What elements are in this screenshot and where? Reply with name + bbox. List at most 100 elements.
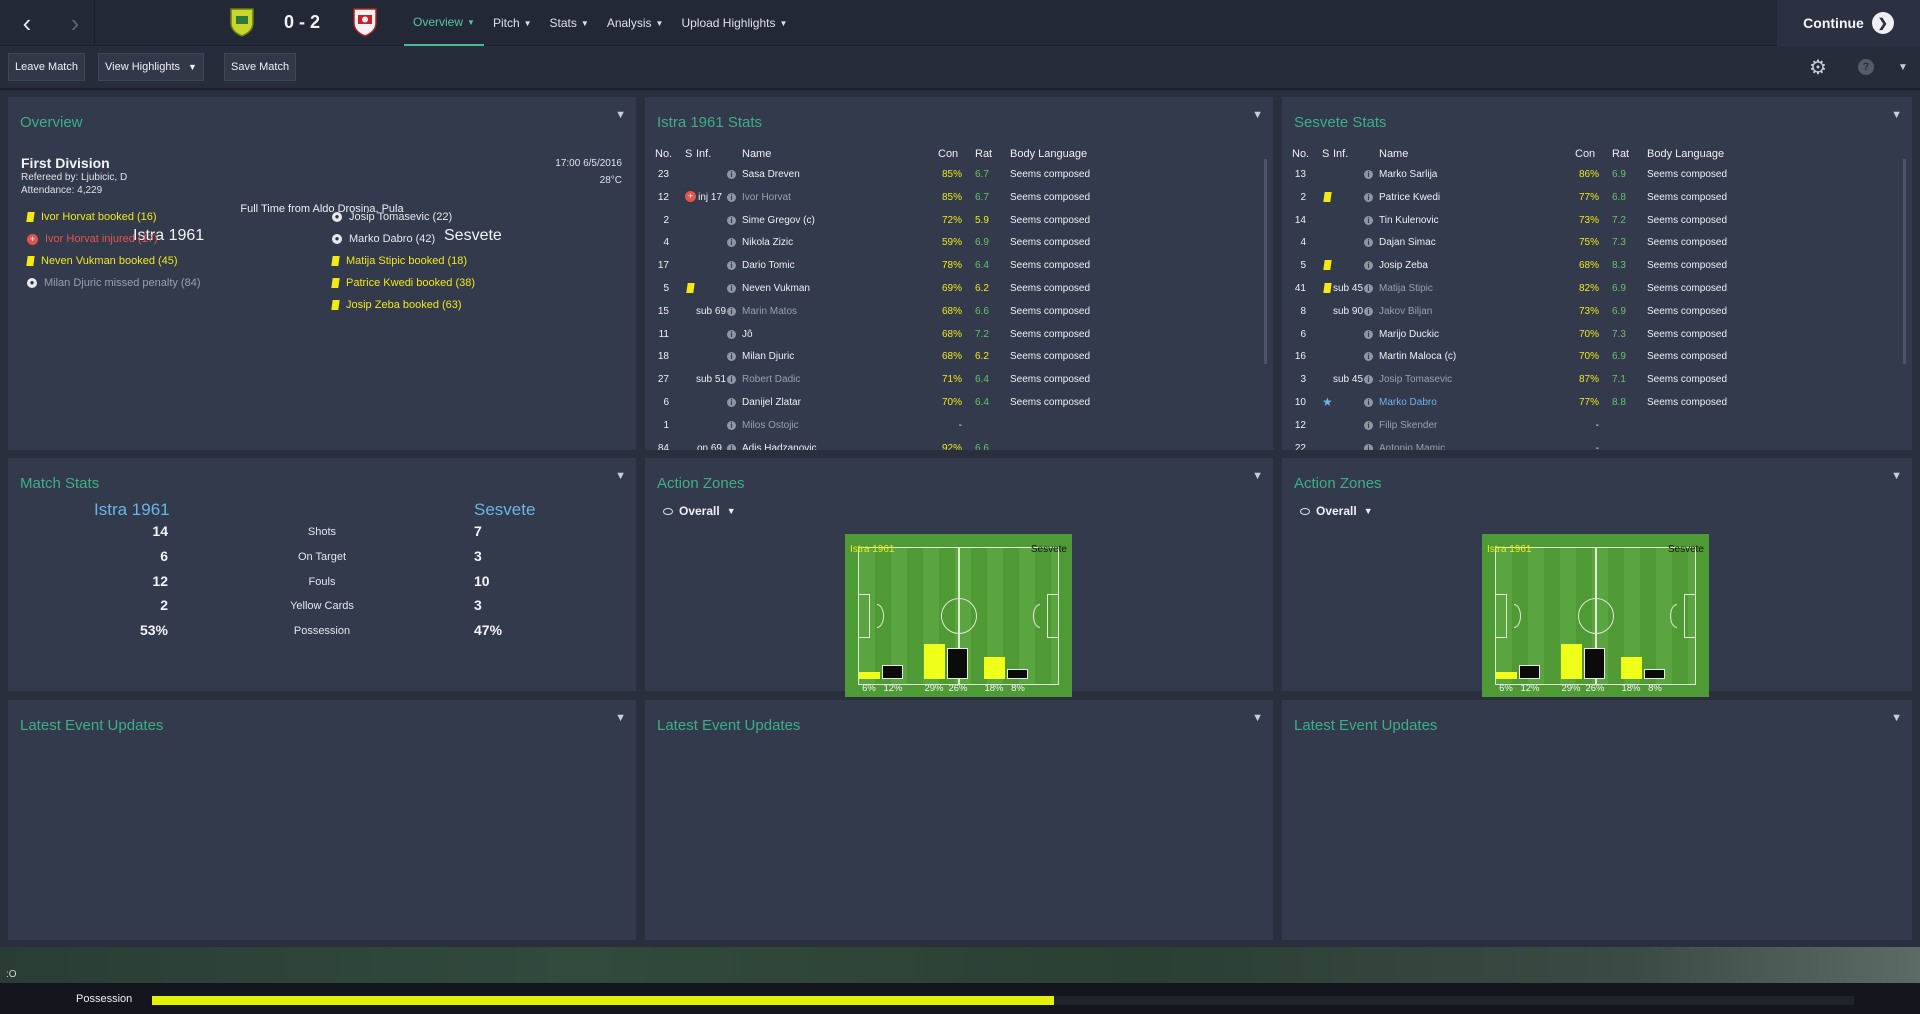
col-header-no[interactable]: No. <box>655 148 672 160</box>
info-icon[interactable]: i <box>1364 420 1373 430</box>
event-item[interactable]: ● Marko Dabro (42) <box>332 229 435 249</box>
table-row[interactable]: 1 i Milos Ostojic - <box>655 414 1259 437</box>
table-row[interactable]: 5 i Neven Vukman 69% 6.2 Seems composed <box>655 277 1259 300</box>
col-header-con[interactable]: Con <box>938 148 958 160</box>
help-icon[interactable]: ? <box>1855 56 1877 78</box>
continue-button[interactable]: Continue ❯ <box>1777 0 1920 46</box>
table-row[interactable]: 5 i Josip Zeba 68% 8.3 Seems composed <box>1292 254 1898 277</box>
player-name[interactable]: Jakov Biljan <box>1379 306 1432 317</box>
table-row[interactable]: 23 i Sasa Dreven 85% 6.7 Seems composed <box>655 163 1259 186</box>
table-row[interactable]: 18 i Milan Djuric 68% 6.2 Seems composed <box>655 345 1259 368</box>
info-icon[interactable]: i <box>1364 215 1373 225</box>
table-row[interactable]: 12 i Filip Skender - <box>1292 414 1898 437</box>
info-icon[interactable]: i <box>727 283 736 293</box>
player-name[interactable]: Neven Vukman <box>742 283 810 294</box>
info-icon[interactable]: i <box>727 397 736 407</box>
menu-stats[interactable]: Stats ▼ <box>541 0 598 46</box>
table-row[interactable]: 3 sub 45 i Josip Tomasevic 87% 7.1 Seems compo… <box>1292 368 1898 391</box>
info-icon[interactable]: i <box>727 238 736 248</box>
col-header-inf[interactable]: Inf. <box>1333 148 1348 160</box>
scrollbar[interactable] <box>1264 159 1267 364</box>
chevron-down-icon[interactable]: ▼ <box>615 712 626 724</box>
save-match-button[interactable]: Save Match <box>224 53 297 81</box>
player-name[interactable]: Josip Zeba <box>1379 260 1428 271</box>
info-icon[interactable]: i <box>727 375 736 385</box>
view-highlights-dropdown[interactable]: View Highlights ▼ <box>98 53 204 81</box>
event-item[interactable]: Patrice Kwedi booked (38) <box>331 273 475 293</box>
menu-overview[interactable]: Overview ▼ <box>404 0 484 46</box>
player-name[interactable]: Sime Gregov (c) <box>742 215 815 226</box>
info-icon[interactable]: i <box>727 215 736 225</box>
sesvete-crest-icon[interactable] <box>352 7 378 37</box>
col-header-name[interactable]: Name <box>742 148 771 160</box>
table-row[interactable]: 12 + inj 17 i Ivor Horvat 85% 6.7 Seems compose… <box>655 186 1259 209</box>
info-icon[interactable]: i <box>727 329 736 339</box>
info-icon[interactable]: i <box>1364 352 1373 362</box>
table-row[interactable]: 4 i Nikola Zizic 59% 6.9 Seems composed <box>655 231 1259 254</box>
table-row[interactable]: 2 i Patrice Kwedi 77% 6.8 Seems composed <box>1292 186 1898 209</box>
player-name[interactable]: Milos Ostojic <box>742 420 799 431</box>
menu-analysis[interactable]: Analysis ▼ <box>598 0 673 46</box>
forward-button[interactable]: › <box>52 0 98 46</box>
player-name[interactable]: Marko Sarlija <box>1379 169 1437 180</box>
player-name[interactable]: Josip Tomasevic <box>1379 374 1452 385</box>
table-row[interactable]: 22 i Antonio Mamic - <box>1292 437 1898 450</box>
col-header-s[interactable]: S <box>685 148 692 160</box>
col-header-inf[interactable]: Inf. <box>696 148 711 160</box>
player-name[interactable]: Marijo Duckic <box>1379 329 1439 340</box>
chevron-down-icon[interactable]: ▼ <box>615 470 626 482</box>
player-name[interactable]: Patrice Kwedi <box>1379 192 1440 203</box>
player-name[interactable]: Nikola Zizic <box>742 237 793 248</box>
info-icon[interactable]: i <box>727 420 736 430</box>
player-name[interactable]: Tin Kulenovic <box>1379 215 1439 226</box>
info-icon[interactable]: i <box>1364 261 1373 271</box>
leave-match-button[interactable]: Leave Match <box>8 53 85 81</box>
table-row[interactable]: 16 i Martin Maloca (c) 70% 6.9 Seems composed <box>1292 345 1898 368</box>
table-row[interactable]: 14 i Tin Kulenovic 73% 7.2 Seems composed <box>1292 209 1898 232</box>
col-header-no[interactable]: No. <box>1292 148 1309 160</box>
info-icon[interactable]: i <box>1364 443 1373 450</box>
overall-dropdown[interactable]: Overall ▼ <box>1300 504 1373 518</box>
table-row[interactable]: 2 i Sime Gregov (c) 72% 5.9 Seems composed <box>655 209 1259 232</box>
col-header-body[interactable]: Body Language <box>1647 148 1724 160</box>
info-icon[interactable]: i <box>727 306 736 316</box>
col-header-rat[interactable]: Rat <box>1612 148 1629 160</box>
chevron-down-icon[interactable]: ▼ <box>1891 109 1902 121</box>
menu-pitch[interactable]: Pitch ▼ <box>484 0 541 46</box>
scrollbar[interactable] <box>1903 159 1906 364</box>
info-icon[interactable]: i <box>1364 329 1373 339</box>
player-name[interactable]: Martin Maloca (c) <box>1379 351 1456 362</box>
table-row[interactable]: 8 sub 90 i Jakov Biljan 73% 6.9 Seems composed <box>1292 300 1898 323</box>
player-name[interactable]: Robert Dadic <box>742 374 800 385</box>
player-name[interactable]: Milan Djuric <box>742 351 794 362</box>
event-item[interactable]: Neven Vukman booked (45) <box>26 251 178 271</box>
chevron-down-icon[interactable]: ▼ <box>1252 470 1263 482</box>
chevron-down-icon[interactable]: ▼ <box>1892 56 1914 78</box>
table-row[interactable]: 17 i Dario Tomic 78% 6.4 Seems composed <box>655 254 1259 277</box>
player-name[interactable]: Adis Hadzanovic <box>742 443 816 450</box>
table-row[interactable]: 6 i Danijel Zlatar 70% 6.4 Seems composed <box>655 391 1259 414</box>
event-item[interactable]: ● Josip Tomasevic (22) <box>332 207 452 227</box>
player-name[interactable]: Jô <box>742 329 753 340</box>
chevron-down-icon[interactable]: ▼ <box>1252 109 1263 121</box>
table-row[interactable]: 11 i Jô 68% 7.2 Seems composed <box>655 323 1259 346</box>
player-name[interactable]: Antonio Mamic <box>1379 443 1445 450</box>
info-icon[interactable]: i <box>1364 375 1373 385</box>
col-header-body[interactable]: Body Language <box>1010 148 1087 160</box>
chevron-down-icon[interactable]: ▼ <box>1252 712 1263 724</box>
col-header-con[interactable]: Con <box>1575 148 1595 160</box>
overall-dropdown[interactable]: Overall ▼ <box>663 504 736 518</box>
table-row[interactable]: 13 i Marko Sarlija 86% 6.9 Seems composed <box>1292 163 1898 186</box>
chevron-down-icon[interactable]: ▼ <box>1891 712 1902 724</box>
chevron-down-icon[interactable]: ▼ <box>615 109 626 121</box>
info-icon[interactable]: i <box>727 352 736 362</box>
info-icon[interactable]: i <box>1364 170 1373 179</box>
info-icon[interactable]: i <box>1364 397 1373 407</box>
info-icon[interactable]: i <box>1364 192 1373 202</box>
gear-icon[interactable]: ⚙ <box>1807 56 1829 79</box>
info-icon[interactable]: i <box>727 170 736 179</box>
table-row[interactable]: 10 ★ i Marko Dabro 77% 8.8 Seems composed <box>1292 391 1898 414</box>
table-row[interactable]: 6 i Marijo Duckic 70% 7.3 Seems composed <box>1292 323 1898 346</box>
table-row[interactable]: 15 sub 69 i Marin Matos 68% 6.6 Seems composed <box>655 300 1259 323</box>
player-name[interactable]: Danijel Zlatar <box>742 397 801 408</box>
